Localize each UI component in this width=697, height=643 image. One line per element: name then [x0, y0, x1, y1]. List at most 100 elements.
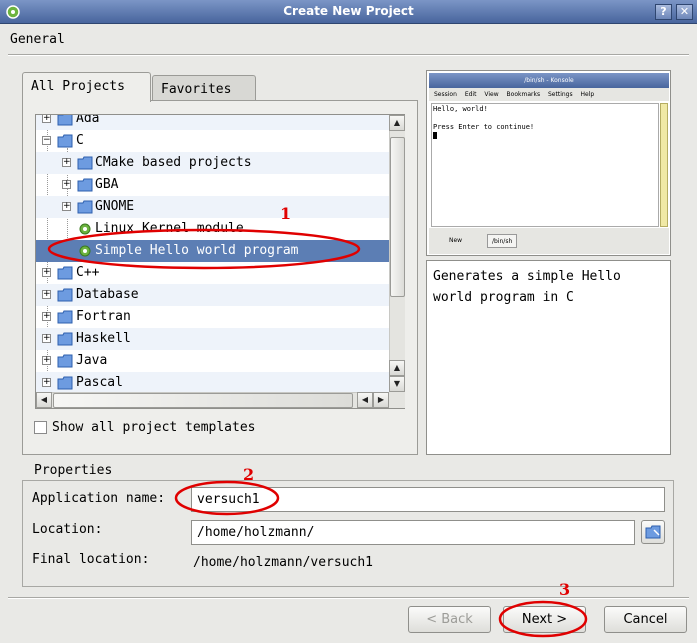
properties-title: Properties	[30, 463, 117, 478]
location-input[interactable]: /home/holzmann/	[191, 520, 635, 545]
template-gear-icon	[79, 223, 91, 235]
preview-tab-new: New	[449, 237, 463, 244]
show-all-templates-label[interactable]: Show all project templates	[52, 420, 256, 435]
scroll-left-button-2[interactable]: ◀	[357, 392, 373, 408]
tree-item-gba[interactable]: + GBA	[36, 174, 389, 196]
preview-menu-item: View	[484, 91, 499, 98]
expand-icon[interactable]: +	[42, 378, 51, 387]
scroll-right-button[interactable]: ▶	[373, 392, 389, 408]
expand-icon[interactable]: +	[42, 268, 51, 277]
expand-icon[interactable]: +	[42, 356, 51, 365]
scroll-corner	[389, 392, 405, 408]
tree-item-label: C	[76, 133, 84, 148]
tree-item-label: Fortran	[76, 309, 131, 324]
preview-scrollbar	[660, 103, 668, 227]
section-title: General	[10, 32, 65, 47]
tree-item-ada[interactable]: + Ada	[36, 114, 389, 130]
tree-item-label: Haskell	[76, 331, 131, 346]
preview-menu-item: Edit	[464, 91, 477, 98]
project-tree[interactable]: + Ada − C + CMake based projects + GBA +…	[35, 114, 405, 409]
folder-icon	[57, 354, 73, 368]
template-preview-image: /bin/sh - Konsole Session Edit View Book…	[426, 70, 671, 256]
tab-label: Favorites	[161, 82, 232, 97]
annotation-step-3: 3	[559, 580, 571, 599]
folder-icon	[57, 376, 73, 390]
preview-tab-shell: /bin/sh	[487, 234, 518, 248]
tree-item-c[interactable]: − C	[36, 130, 389, 152]
tree-item-label: Pascal	[76, 375, 123, 390]
show-all-templates-checkbox[interactable]	[34, 421, 47, 434]
preview-menubar: Session Edit View Bookmarks Settings Hel…	[429, 88, 669, 101]
divider	[8, 54, 689, 56]
tree-item-gnome[interactable]: + GNOME	[36, 196, 389, 218]
preview-menu-item: Help	[580, 91, 595, 98]
location-label: Location:	[32, 522, 103, 537]
tree-item-simple-hello-world[interactable]: Simple Hello world program	[36, 240, 389, 262]
tree-vertical-scrollbar[interactable]: ▲ ▲ ▼	[389, 115, 405, 392]
title-bar: Create New Project ? ✕	[0, 0, 697, 24]
tab-label: All Projects	[31, 79, 125, 94]
tree-item-fortran[interactable]: + Fortran	[36, 306, 389, 328]
scroll-down-button[interactable]: ▼	[389, 376, 405, 392]
folder-icon	[77, 178, 93, 192]
folder-icon	[57, 310, 73, 324]
browse-location-button[interactable]	[641, 520, 665, 544]
final-location-value: /home/holzmann/versuch1	[193, 555, 374, 570]
tree-horizontal-scrollbar[interactable]: ◀ ◀ ▶	[36, 392, 389, 408]
window-title: Create New Project	[283, 4, 414, 18]
preview-menu-item: Bookmarks	[506, 91, 541, 98]
template-description: Generates a simple Hello world program i…	[426, 260, 671, 455]
expand-icon[interactable]: +	[42, 334, 51, 343]
scroll-thumb[interactable]	[53, 393, 353, 408]
folder-icon	[57, 332, 73, 346]
preview-terminal: Hello, world! Press Enter to continue!	[431, 103, 659, 227]
expand-icon[interactable]: +	[42, 115, 51, 123]
final-location-label: Final location:	[32, 552, 150, 567]
tree-item-label: Java	[76, 353, 108, 368]
cancel-button[interactable]: Cancel	[604, 606, 687, 633]
tree-item-label: GNOME	[95, 199, 135, 214]
next-button[interactable]: Next >	[503, 606, 586, 633]
tree-item-haskell[interactable]: + Haskell	[36, 328, 389, 350]
help-button[interactable]: ?	[655, 4, 672, 20]
terminal-line: Press Enter to continue!	[433, 123, 535, 131]
annotation-step-1: 1	[280, 204, 292, 223]
collapse-icon[interactable]: −	[42, 136, 51, 145]
scroll-up-button-2[interactable]: ▲	[389, 360, 405, 376]
tree-item-linux-kernel-module[interactable]: Linux Kernel module	[36, 218, 389, 240]
tree-item-label: Ada	[76, 114, 100, 126]
expand-icon[interactable]: +	[42, 290, 51, 299]
folder-icon	[57, 266, 73, 280]
tree-item-label: Database	[76, 287, 139, 302]
scroll-left-button[interactable]: ◀	[36, 392, 52, 408]
folder-icon	[57, 288, 73, 302]
tab-favorites[interactable]: Favorites	[152, 75, 256, 103]
expand-icon[interactable]: +	[62, 158, 71, 167]
terminal-line: Hello, world!	[433, 105, 488, 113]
close-button[interactable]: ✕	[676, 4, 693, 20]
scroll-thumb[interactable]	[390, 137, 405, 297]
tree-item-java[interactable]: + Java	[36, 350, 389, 372]
tree-item-pascal[interactable]: + Pascal	[36, 372, 389, 394]
preview-tabbar: New /bin/sh	[429, 228, 669, 254]
expand-icon[interactable]: +	[62, 202, 71, 211]
terminal-cursor	[433, 132, 437, 139]
app-name-input[interactable]: versuch1	[191, 487, 665, 512]
tree-item-cpp[interactable]: + C++	[36, 262, 389, 284]
tree-item-database[interactable]: + Database	[36, 284, 389, 306]
annotation-step-2: 2	[243, 465, 255, 484]
tab-all-projects[interactable]: All Projects	[22, 72, 151, 102]
tree-item-label: GBA	[95, 177, 119, 192]
scroll-up-button[interactable]: ▲	[389, 115, 405, 131]
app-name-label: Application name:	[32, 491, 166, 506]
tree-item-label: CMake based projects	[95, 155, 252, 170]
folder-icon	[77, 156, 93, 170]
tree-item-cmake[interactable]: + CMake based projects	[36, 152, 389, 174]
expand-icon[interactable]: +	[42, 312, 51, 321]
expand-icon[interactable]: +	[62, 180, 71, 189]
preview-window-title: /bin/sh - Konsole	[429, 73, 669, 88]
divider	[8, 597, 689, 599]
preview-menu-item: Settings	[548, 91, 573, 98]
back-button[interactable]: < Back	[408, 606, 491, 633]
tree-item-label: C++	[76, 265, 100, 280]
